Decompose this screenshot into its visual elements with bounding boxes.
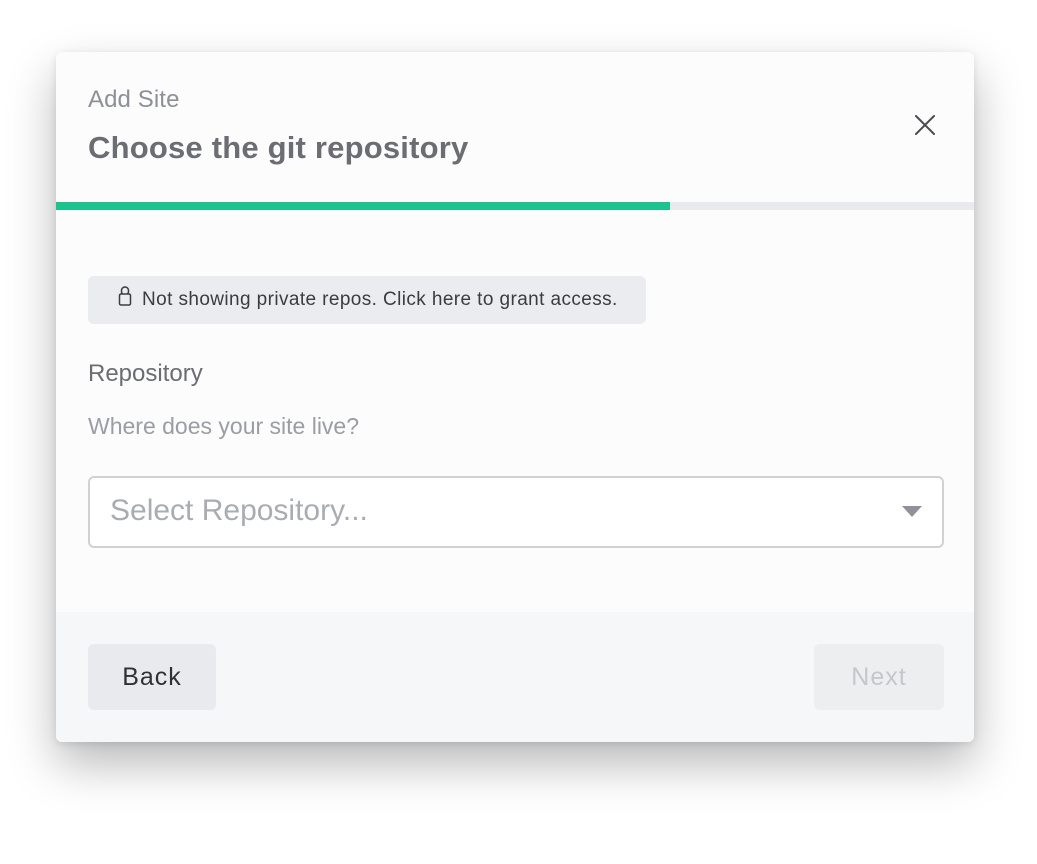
private-repos-notice-button[interactable]: Not showing private repos. Click here to… <box>88 276 646 324</box>
modal-footer: Back Next <box>56 612 974 742</box>
progress-bar <box>56 202 974 210</box>
page-title: Choose the git repository <box>88 130 469 165</box>
lock-icon <box>118 286 132 306</box>
repository-label: Repository <box>88 360 203 387</box>
add-site-modal: Add Site Choose the git repository Not s… <box>56 52 974 742</box>
modal-body: Not showing private repos. Click here to… <box>56 210 974 612</box>
repository-help-text: Where does your site live? <box>88 413 360 439</box>
close-icon <box>915 115 935 135</box>
next-button[interactable]: Next <box>814 644 944 710</box>
repository-select[interactable]: Select Repository... <box>88 476 944 548</box>
modal-header: Add Site Choose the git repository <box>56 52 974 202</box>
repository-select-placeholder: Select Repository... <box>110 494 368 527</box>
close-button[interactable] <box>912 112 938 138</box>
private-repos-notice-text: Not showing private repos. Click here to… <box>142 289 618 310</box>
caret-down-icon <box>902 506 922 517</box>
progress-bar-fill <box>56 202 671 210</box>
back-button[interactable]: Back <box>88 644 216 710</box>
modal-eyebrow: Add Site <box>88 86 180 113</box>
